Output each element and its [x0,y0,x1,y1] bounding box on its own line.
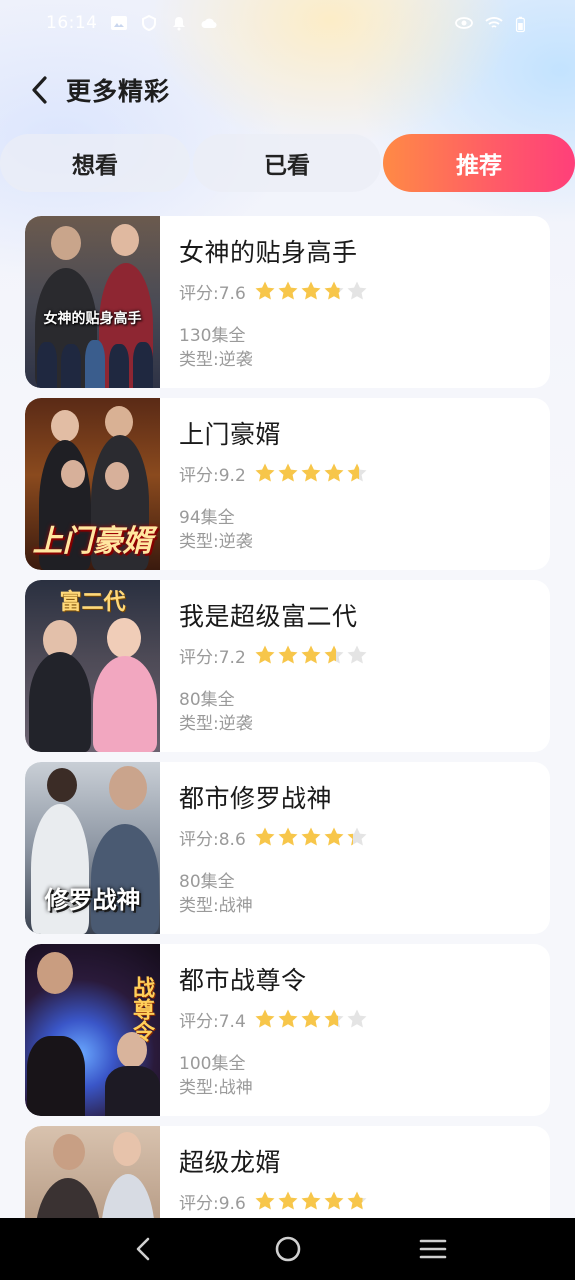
star-icon [347,1009,367,1028]
header: 更多精彩 [0,62,575,118]
nav-back-button[interactable] [121,1227,165,1271]
image-icon [110,16,127,30]
star-icon [324,1009,344,1028]
drama-title: 上门豪婿 [179,420,282,449]
star-rating [254,462,368,484]
star-icon [255,1009,275,1028]
chevron-left-icon [32,76,47,104]
list-item[interactable]: 富二代 我是超级富二代 评分:7.2 80集全 类型:逆袭 [25,580,550,752]
star-icon [255,463,275,482]
status-time: 16:14 [46,13,98,33]
episode-count: 80集全 [179,872,235,892]
star-icon [301,1009,321,1028]
star-icon [301,281,321,300]
poster-caption: 上门豪婿 [32,524,153,559]
poster-caption: 富二代 [59,590,126,615]
genre-label: 类型:战神 [179,1078,253,1098]
episode-count: 130集全 [179,326,246,346]
star-icon [324,645,344,664]
star-icon [347,827,367,846]
back-triangle-icon [136,1237,149,1261]
star-icon [347,1191,367,1210]
tab-watched[interactable]: 已看 [193,134,381,192]
star-icon [347,281,367,300]
rating-score: 评分:9.2 [179,465,246,486]
eye-icon [455,17,473,29]
star-icon [324,827,344,846]
poster-caption: 修罗战神 [44,886,141,914]
shield-icon [141,15,156,31]
genre-label: 类型:逆袭 [179,714,253,734]
poster-caption: 战尊令 [129,976,154,1042]
star-icon [255,1191,275,1210]
home-circle-icon [275,1236,300,1262]
nav-recents-button[interactable] [411,1227,455,1271]
star-rating [254,280,368,302]
episode-count: 80集全 [179,690,235,710]
wifi-icon [485,17,503,28]
episode-count: 94集全 [179,508,235,528]
menu-icon [419,1239,446,1259]
star-rating [254,826,368,848]
cloud-icon [201,18,217,29]
star-icon [278,1191,298,1210]
poster-image: 富二代 [25,580,160,752]
star-icon [301,827,321,846]
drama-title: 女神的贴身高手 [179,238,358,267]
star-rating [254,1008,368,1030]
star-icon [324,1191,344,1210]
star-icon [347,645,367,664]
star-icon [301,1191,321,1210]
poster-image: 女神的贴身高手 [25,216,160,388]
genre-label: 类型:战神 [179,896,253,916]
genre-label: 类型:逆袭 [179,532,253,552]
star-icon [324,463,344,482]
rating-score: 评分:7.4 [179,1011,246,1032]
system-navigation-bar [0,1218,575,1280]
star-icon [255,645,275,664]
rating-score: 评分:7.6 [179,283,246,304]
episode-count: 100集全 [179,1054,246,1074]
star-icon [278,645,298,664]
star-icon [278,463,298,482]
notification-icon [172,17,185,31]
tab-recommended[interactable]: 推荐 [383,134,575,192]
rating-score: 评分:7.2 [179,647,246,668]
star-icon [301,463,321,482]
list-item[interactable]: 上门豪婿 上门豪婿 评分:9.2 94集全 类型:逆袭 [25,398,550,570]
star-icon [347,463,367,482]
drama-title: 都市修罗战神 [179,784,333,813]
star-icon [278,281,298,300]
star-icon [255,827,275,846]
status-bar: 16:14 [0,0,575,46]
star-icon [324,281,344,300]
poster-image: 战尊令 [25,944,160,1116]
poster-image: 修罗战神 [25,762,160,934]
list-item[interactable]: 女神的贴身高手 女神的贴身高手 评分:7.6 130集全 类型:逆袭 [25,216,550,388]
tab-want-to-watch[interactable]: 想看 [0,134,190,192]
list-item[interactable]: 战尊令 都市战尊令 评分:7.4 100集全 类型:战神 [25,944,550,1116]
rating-score: 评分:9.6 [179,1193,246,1214]
star-icon [278,1009,298,1028]
back-button[interactable] [26,70,54,110]
star-icon [301,645,321,664]
drama-title: 超级龙婿 [179,1148,282,1177]
poster-image: 上门豪婿 [25,398,160,570]
tab-bar: 想看 已看 推荐 [0,134,575,192]
star-icon [255,281,275,300]
list-item[interactable]: 修罗战神 都市修罗战神 评分:8.6 80集全 类型:战神 [25,762,550,934]
nav-home-button[interactable] [266,1227,310,1271]
battery-icon [515,16,525,33]
drama-title: 都市战尊令 [179,966,307,995]
page-title: 更多精彩 [66,77,171,106]
drama-title: 我是超级富二代 [179,602,358,631]
star-rating [254,1190,368,1212]
genre-label: 类型:逆袭 [179,350,253,370]
star-icon [278,827,298,846]
rating-score: 评分:8.6 [179,829,246,850]
star-rating [254,644,368,666]
poster-caption: 女神的贴身高手 [43,311,142,327]
